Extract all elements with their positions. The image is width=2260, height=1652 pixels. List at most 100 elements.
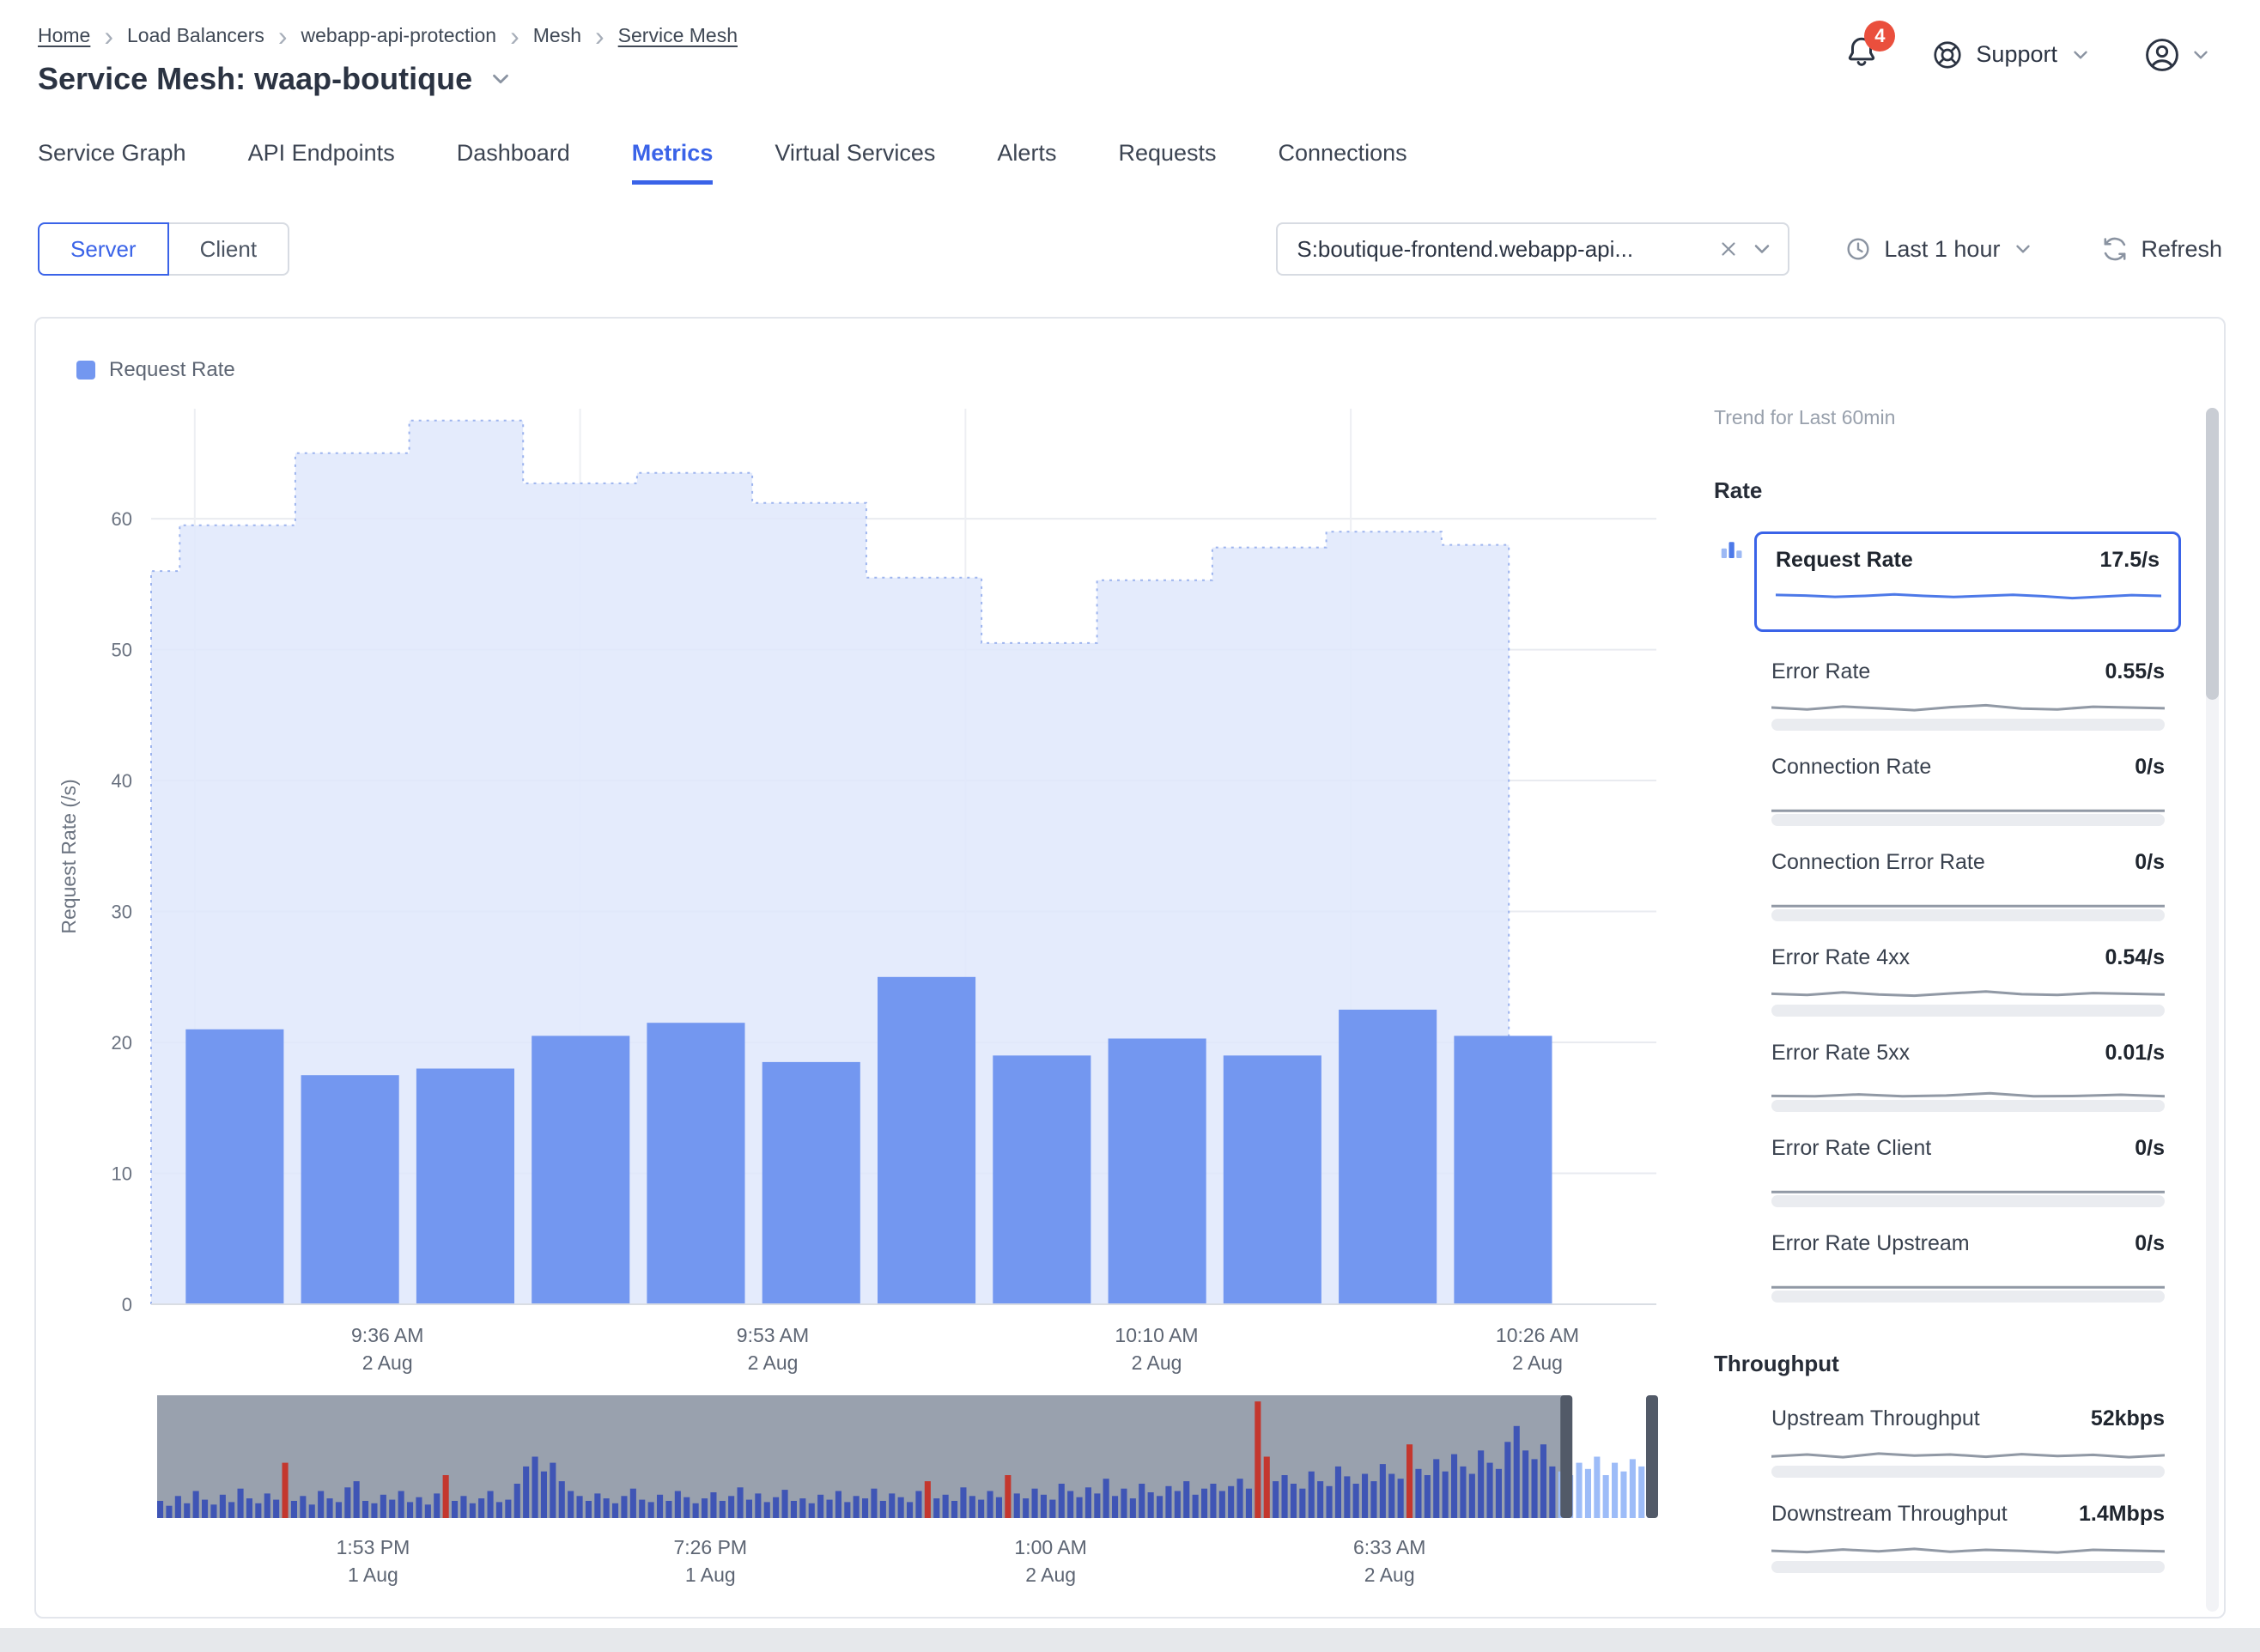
- chevron-down-icon[interactable]: [1750, 237, 1774, 261]
- tab-api-endpoints[interactable]: API Endpoints: [248, 140, 395, 185]
- tab-dashboard[interactable]: Dashboard: [457, 140, 570, 185]
- clear-filter-icon[interactable]: [1717, 238, 1740, 260]
- chevron-down-icon: [2190, 44, 2212, 66]
- client-toggle-button[interactable]: Client: [167, 222, 289, 276]
- svg-text:50: 50: [112, 640, 132, 661]
- metric-item-downstream-throughput[interactable]: Downstream Throughput 1.4Mbps: [1771, 1502, 2165, 1573]
- metric-label: Connection Error Rate: [1771, 850, 1985, 875]
- metric-label: Error Rate 5xx: [1771, 1041, 1910, 1066]
- metric-label-row: Connection Error Rate 0/s: [1771, 850, 2165, 875]
- timeline-minimap[interactable]: 1:53 PM1 Aug7:26 PM1 Aug1:00 AM2 Aug6:33…: [36, 1388, 1714, 1588]
- metric-item-connection-rate[interactable]: Connection Rate0/s: [1771, 755, 2165, 826]
- chevron-down-icon: [2012, 238, 2034, 260]
- metric-item-error-rate-4xx[interactable]: Error Rate 4xx0.54/s: [1771, 945, 2165, 1017]
- metric-value: 0/s: [2135, 1231, 2165, 1256]
- tab-service-graph[interactable]: Service Graph: [38, 140, 186, 185]
- trend-sidebar-title: Trend for Last 60min: [1714, 406, 2224, 429]
- trend-sections: RateRequest Rate17.5/sError Rate0.55/sCo…: [1714, 477, 2224, 1573]
- metric-item-connection-error-rate[interactable]: Connection Error Rate 0/s: [1771, 850, 2165, 921]
- tab-bar: Service Graph API Endpoints Dashboard Metri…: [0, 140, 2260, 185]
- metric-value: 0/s: [2135, 755, 2165, 780]
- svg-text:7:26 PM: 7:26 PM: [673, 1536, 747, 1558]
- metric-label: Error Rate Upstream: [1771, 1231, 1970, 1256]
- service-filter-value: S:boutique-frontend.webapp-api...: [1297, 236, 1707, 263]
- metric-value: 0/s: [2135, 850, 2165, 875]
- refresh-label: Refresh: [2141, 236, 2222, 263]
- metric-label: Error Rate Client: [1771, 1136, 1931, 1161]
- metric-item-request-rate[interactable]: Request Rate17.5/s: [1754, 531, 2181, 632]
- svg-text:10:10 AM: 10:10 AM: [1115, 1324, 1198, 1346]
- chart-column: Request Rate 01020304050609:36 AM2 Aug9:…: [36, 319, 1714, 1617]
- metric-value: 17.5/s: [2099, 548, 2160, 573]
- sparkline-connection-error-rate: [1771, 882, 2165, 921]
- breadcrumb-item-webapp-api-protection[interactable]: webapp-api-protection: [301, 24, 497, 47]
- svg-text:6:33 AM: 6:33 AM: [1353, 1536, 1425, 1558]
- tab-alerts[interactable]: Alerts: [997, 140, 1056, 185]
- metric-label: Downstream Throughput: [1771, 1502, 2008, 1527]
- breadcrumb-separator-icon: ›: [595, 27, 604, 45]
- metric-value: 52kbps: [2091, 1406, 2165, 1431]
- tab-requests[interactable]: Requests: [1118, 140, 1216, 185]
- metric-label-row: Error Rate0.55/s: [1771, 659, 2165, 684]
- bar-chart-icon: [1718, 537, 1744, 562]
- refresh-button[interactable]: Refresh: [2101, 235, 2222, 263]
- server-client-toggle: Server Client: [38, 222, 289, 276]
- metric-item-error-rate-client[interactable]: Error Rate Client0/s: [1771, 1136, 2165, 1207]
- metric-item-error-rate[interactable]: Error Rate0.55/s: [1771, 659, 2165, 731]
- breadcrumb-separator-icon: ›: [278, 27, 288, 45]
- metric-label-row: Error Rate 4xx0.54/s: [1771, 945, 2165, 970]
- support-label: Support: [1976, 41, 2057, 68]
- metric-label: Upstream Throughput: [1771, 1406, 1980, 1431]
- server-toggle-button[interactable]: Server: [38, 222, 169, 276]
- breadcrumb-item-mesh[interactable]: Mesh: [533, 24, 581, 47]
- sparkline-downstream-throughput: [1771, 1534, 2165, 1573]
- metric-item-error-rate-upstream[interactable]: Error Rate Upstream 0/s: [1771, 1231, 2165, 1303]
- metric-label-row: Connection Rate0/s: [1771, 755, 2165, 780]
- notifications-button[interactable]: 4: [1844, 34, 1880, 75]
- metric-label-row: Request Rate17.5/s: [1776, 548, 2160, 573]
- svg-text:60: 60: [112, 508, 132, 530]
- bottom-scrollbar-track: [0, 1628, 2260, 1652]
- svg-text:1 Aug: 1 Aug: [348, 1564, 398, 1586]
- svg-text:9:36 AM: 9:36 AM: [351, 1324, 423, 1346]
- refresh-icon: [2101, 235, 2129, 263]
- top-header: Home › Load Balancers › webapp-api-protectio…: [0, 0, 2260, 97]
- request-rate-chart[interactable]: 01020304050609:36 AM2 Aug9:53 AM2 Aug10:…: [36, 396, 1714, 1383]
- svg-text:2 Aug: 2 Aug: [362, 1351, 413, 1374]
- tab-connections[interactable]: Connections: [1279, 140, 1407, 185]
- tab-virtual-services[interactable]: Virtual Services: [775, 140, 935, 185]
- breadcrumb-separator-icon: ›: [104, 27, 113, 45]
- breadcrumb-item-load-balancers[interactable]: Load Balancers: [127, 24, 264, 47]
- metric-value: 0.54/s: [2105, 945, 2165, 970]
- sparkline-upstream-throughput: [1771, 1438, 2165, 1478]
- metric-item-error-rate-5xx[interactable]: Error Rate 5xx0.01/s: [1771, 1041, 2165, 1112]
- sparkline-error-rate-5xx: [1771, 1072, 2165, 1112]
- account-menu[interactable]: [2143, 36, 2212, 74]
- sparkline-connection-rate: [1771, 787, 2165, 826]
- notification-badge: 4: [1864, 21, 1895, 52]
- breadcrumb-item-home[interactable]: Home: [38, 24, 90, 47]
- title-chevron-down-icon[interactable]: [488, 66, 513, 92]
- metrics-card: Request Rate 01020304050609:36 AM2 Aug9:…: [34, 317, 2226, 1619]
- svg-text:10:26 AM: 10:26 AM: [1496, 1324, 1579, 1346]
- tab-metrics[interactable]: Metrics: [632, 140, 714, 185]
- svg-text:2 Aug: 2 Aug: [748, 1351, 799, 1374]
- support-menu[interactable]: Support: [1931, 39, 2092, 71]
- svg-text:1:53 PM: 1:53 PM: [337, 1536, 410, 1558]
- metric-value: 0.55/s: [2105, 659, 2165, 684]
- vertical-scrollbar[interactable]: [2206, 408, 2219, 1612]
- scrollbar-thumb[interactable]: [2206, 408, 2219, 700]
- breadcrumb-item-service-mesh[interactable]: Service Mesh: [618, 24, 738, 47]
- metric-section-title-throughput: Throughput: [1714, 1351, 2224, 1377]
- breadcrumb-separator-icon: ›: [510, 27, 519, 45]
- time-range-value: Last 1 hour: [1884, 236, 2000, 263]
- time-range-selector[interactable]: Last 1 hour: [1844, 235, 2034, 263]
- metric-item-upstream-throughput[interactable]: Upstream Throughput 52kbps: [1771, 1406, 2165, 1478]
- metric-value: 1.4Mbps: [2079, 1502, 2165, 1527]
- service-filter-select[interactable]: S:boutique-frontend.webapp-api...: [1276, 222, 1789, 276]
- support-icon: [1931, 39, 1964, 71]
- svg-text:30: 30: [112, 902, 132, 923]
- avatar-icon: [2143, 36, 2181, 74]
- chart-legend[interactable]: Request Rate: [76, 358, 1714, 382]
- svg-text:40: 40: [112, 770, 132, 792]
